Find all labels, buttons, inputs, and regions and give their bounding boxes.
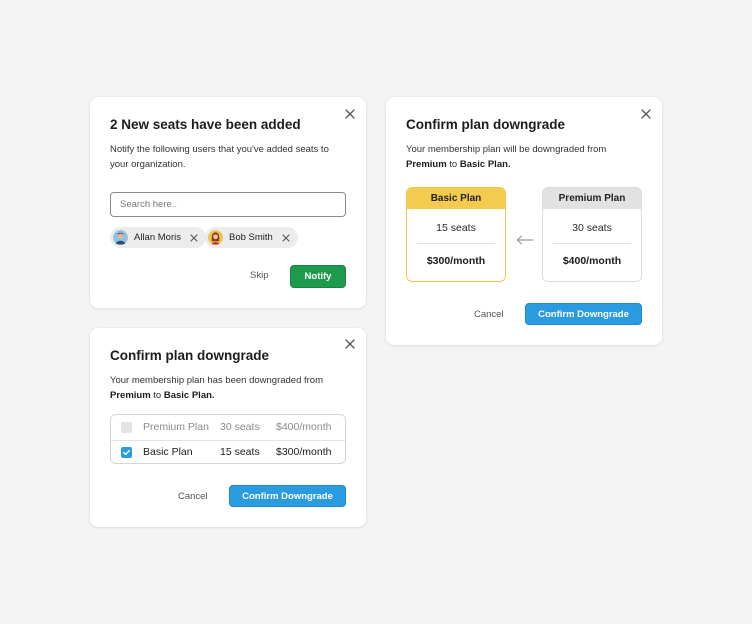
cancel-button[interactable]: Cancel [178,491,208,502]
plan-row-premium[interactable]: Premium Plan 30 seats $400/month [111,415,345,440]
dialog-description: Notify the following users that you've a… [110,144,329,170]
confirm-downgrade-button[interactable]: Confirm Downgrade [525,303,642,325]
remove-user-icon[interactable] [282,233,290,242]
dialog-title: Confirm plan downgrade [406,117,566,132]
close-icon[interactable] [638,106,654,122]
plan-table: Premium Plan 30 seats $400/month Basic P… [110,414,346,464]
plan-compare-dialog: Confirm plan downgrade Your membership p… [386,97,662,345]
dialog-title: Confirm plan downgrade [110,348,270,363]
skip-button[interactable]: Skip [250,270,268,281]
user-chip-name: Bob Smith [229,232,273,243]
confirm-downgrade-button[interactable]: Confirm Downgrade [229,485,346,507]
cancel-button[interactable]: Cancel [474,309,504,320]
plan-seats: 30 seats [220,421,260,434]
plan-card-seats: 30 seats [572,222,612,234]
plan-card-price: $300/month [426,255,486,267]
close-icon[interactable] [342,106,358,122]
plan-price: $400/month [276,421,332,434]
remove-user-icon[interactable] [190,233,198,242]
user-chip-bob: Bob Smith [205,227,298,248]
plan-card-header: Basic Plan [407,188,505,209]
notify-button[interactable]: Notify [290,265,346,288]
divider [553,243,631,244]
user-chip-name: Allan Moris [134,232,181,243]
search-input[interactable] [110,192,346,217]
user-chip-allan: Allan Moris [110,227,206,248]
checkbox-unchecked[interactable] [121,421,132,433]
plan-card-seats: 15 seats [436,222,476,234]
dialog-title: 2 New seats have been added [110,117,301,132]
dialog-description: Your membership plan has been downgraded… [110,375,324,401]
plan-seats: 15 seats [220,446,260,459]
close-icon[interactable] [342,336,358,352]
plan-name: Premium Plan [143,421,209,434]
plan-row-basic[interactable]: Basic Plan 15 seats $300/month [111,439,345,464]
premium-plan-card: Premium Plan 30 seats $400/month [542,187,642,282]
divider [417,243,495,244]
checkmark-icon [123,449,130,455]
plan-name: Basic Plan [143,446,193,459]
plan-card-header: Premium Plan [543,188,641,209]
new-seats-dialog: 2 New seats have been added Notify the f… [90,97,366,308]
avatar-man-icon [113,230,128,245]
dialog-description: Your membership plan will be downgraded … [406,144,607,170]
avatar-woman-icon [208,230,223,245]
plan-card-price: $400/month [562,255,622,267]
arrow-left-icon [516,235,534,245]
checkbox-checked[interactable] [121,446,132,458]
basic-plan-card: Basic Plan 15 seats $300/month [406,187,506,282]
plan-price: $300/month [276,446,332,459]
plan-downgraded-dialog: Confirm plan downgrade Your membership p… [90,328,366,527]
